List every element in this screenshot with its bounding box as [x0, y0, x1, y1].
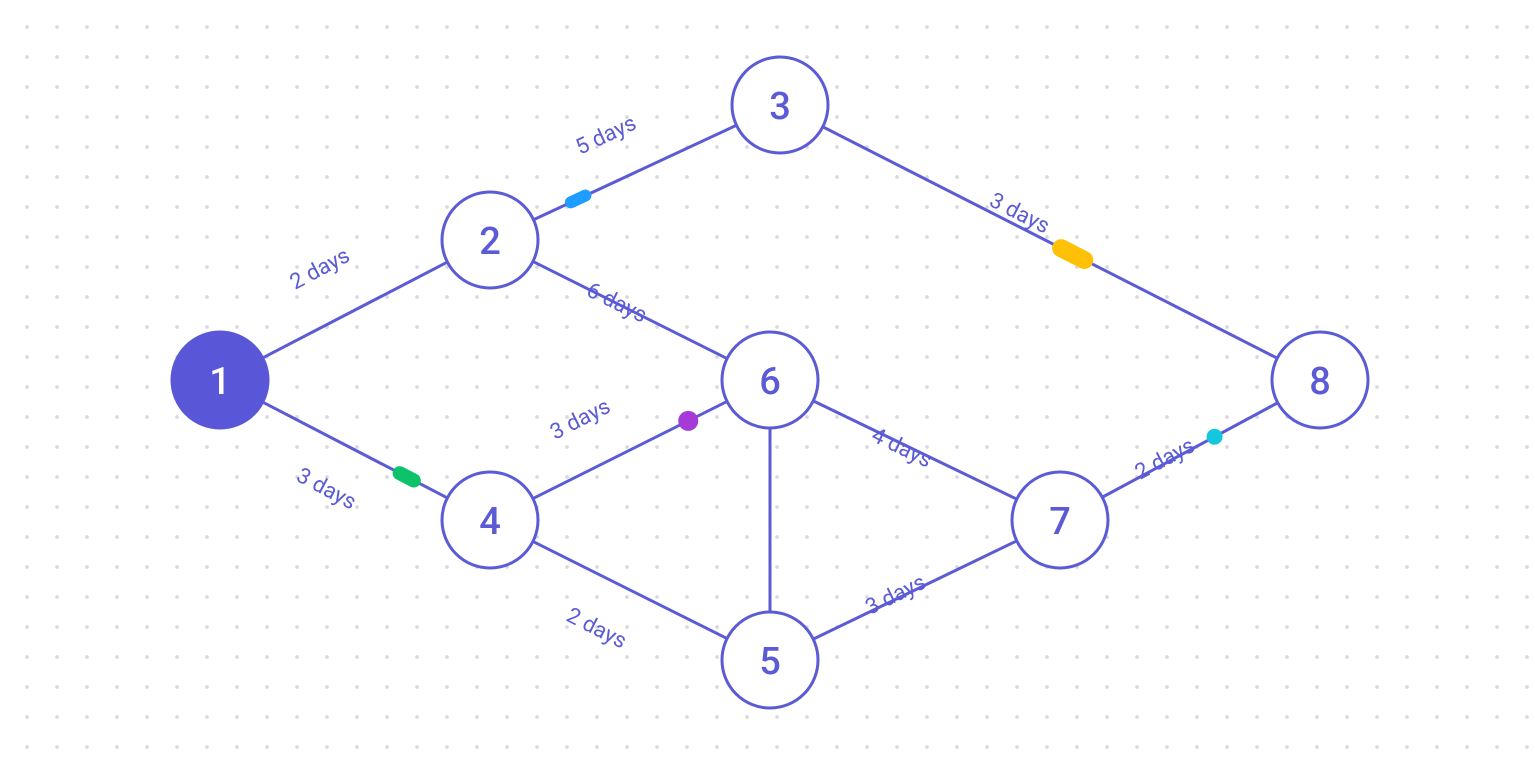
- edge-label-4-5: 2 days: [562, 603, 630, 654]
- edge-label-7-8: 2 days: [1131, 433, 1199, 485]
- marker-m_blue: [563, 188, 593, 211]
- edge-label-2-6: 6 days: [582, 278, 650, 328]
- node-label-8: 8: [1309, 360, 1331, 404]
- edge-label-1-4: 3 days: [292, 463, 360, 515]
- edge-label-4-6: 3 days: [546, 394, 614, 445]
- edge-label-6-7: 4 days: [867, 423, 935, 473]
- marker-m_cyan: [1207, 429, 1223, 445]
- marker-m_purple: [678, 411, 698, 431]
- diagram-canvas[interactable]: 1 2 3 4 5 6 7 8 2 days 3 days 5 days 6 days 3 days 2…: [0, 0, 1535, 768]
- node-label-2: 2: [479, 220, 501, 264]
- edge-label-2-3: 5 days: [572, 111, 640, 161]
- edge-3-8: [823, 127, 1277, 358]
- edge-label-5-7: 3 days: [862, 570, 930, 620]
- edge-2-3: [534, 125, 737, 219]
- node-label-3: 3: [769, 85, 791, 129]
- edge-label-1-2: 2 days: [286, 243, 354, 295]
- edge-label-3-8: 3 days: [985, 188, 1053, 239]
- node-label-7: 7: [1049, 500, 1071, 544]
- node-label-5: 5: [759, 640, 781, 684]
- network-diagram: 1 2 3 4 5 6 7 8 2 days 3 days 5 days 6 days 3 days 2…: [0, 0, 1535, 768]
- marker-m_green: [390, 464, 423, 490]
- node-label-6: 6: [759, 360, 781, 404]
- node-label-1: 1: [209, 360, 231, 404]
- marker-m_yellow: [1049, 236, 1096, 272]
- node-label-4: 4: [479, 500, 501, 544]
